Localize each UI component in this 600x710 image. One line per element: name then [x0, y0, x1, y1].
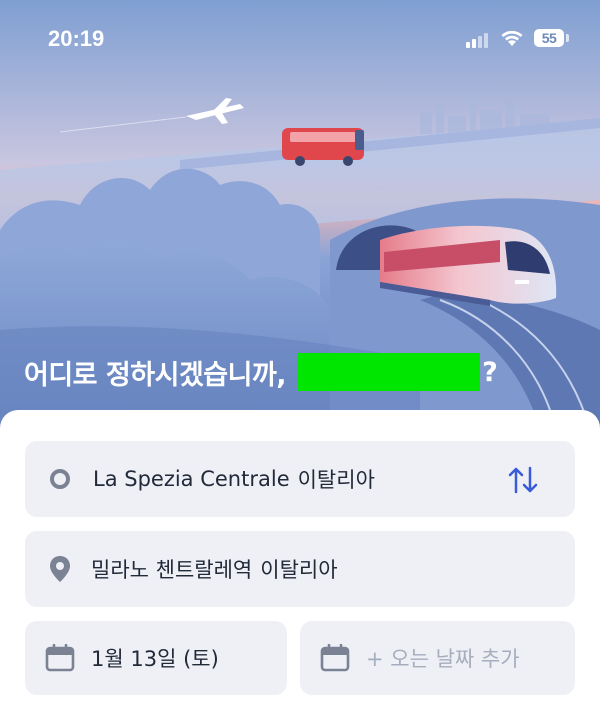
signal-icon — [466, 32, 492, 48]
location-pin-icon — [50, 556, 70, 582]
departure-date-field[interactable]: 1월 13일 (토) — [25, 621, 287, 695]
origin-name: La Spezia Centrale — [93, 467, 290, 491]
battery-tip — [566, 34, 569, 42]
return-date-field[interactable]: + 오는 날짜 추가 — [300, 621, 575, 695]
greeting-heading: 어디로 정하시겠습니까, ? — [24, 350, 498, 394]
destination-country: 이탈리아 — [260, 558, 338, 582]
greeting-question-mark: ? — [482, 356, 498, 388]
destination-field[interactable]: 밀라노 첸트랄레역 이탈리아 — [25, 531, 575, 607]
origin-country: 이탈리아 — [297, 468, 375, 492]
calendar-icon — [45, 644, 75, 672]
departure-date: 1월 13일 (토) — [91, 647, 219, 671]
wifi-icon — [501, 30, 523, 46]
swap-arrows-icon[interactable] — [507, 465, 539, 495]
redacted-name — [298, 353, 481, 391]
battery-icon: 55 — [534, 29, 564, 47]
origin-field[interactable]: La Spezia Centrale 이탈리아 — [25, 441, 575, 517]
status-time: 20:19 — [48, 26, 105, 51]
return-date-placeholder: + 오는 날짜 추가 — [366, 647, 520, 671]
origin-dot-icon — [50, 469, 70, 489]
status-bar: 20:19 55 — [0, 0, 600, 80]
destination-name: 밀라노 첸트랄레역 — [91, 558, 253, 582]
greeting-text: 어디로 정하시겠습니까, — [24, 359, 287, 391]
calendar-icon — [320, 644, 350, 672]
